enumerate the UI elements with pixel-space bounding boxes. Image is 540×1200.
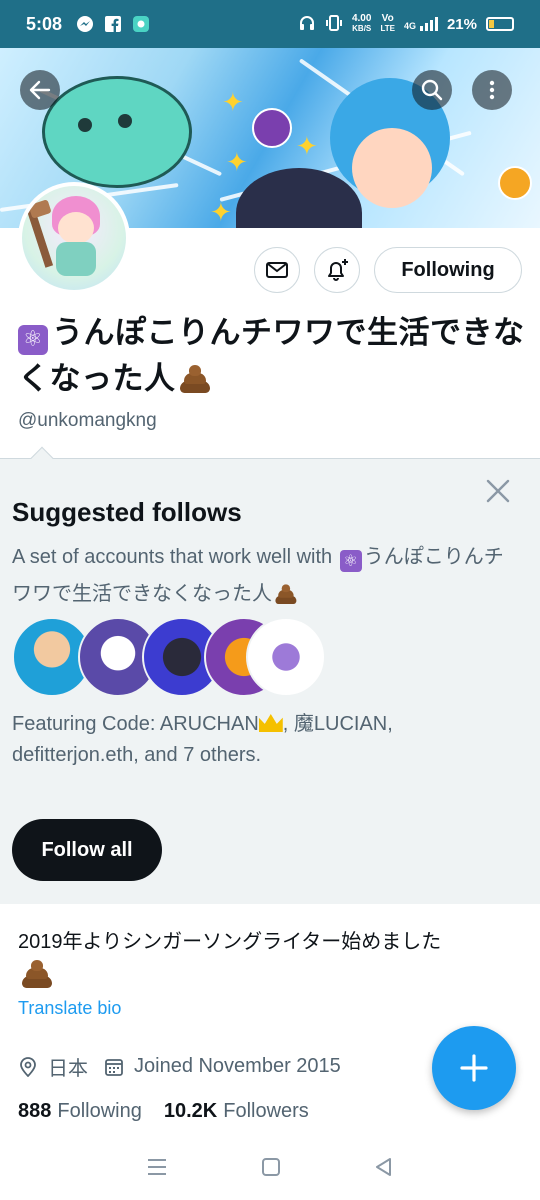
volte-bottom: LTE <box>380 24 395 33</box>
volte-top: Vo <box>381 13 394 24</box>
star-decoration: ✦ <box>222 88 244 118</box>
speed-unit: KB/S <box>352 24 372 33</box>
display-name-text: うんぽこりんチワワで生活できなくなった人 <box>18 315 525 396</box>
suggested-avatars[interactable] <box>12 617 342 697</box>
suggested-follows-panel: Suggested follows A set of accounts that… <box>0 446 540 904</box>
poop-emoji-icon <box>178 363 212 393</box>
network-speed: 4.00 KB/S <box>352 14 371 34</box>
panel-notch <box>30 446 54 470</box>
creature-eye-right <box>118 114 132 128</box>
joined-item: Joined November 2015 <box>104 1055 341 1078</box>
menu-lines-icon <box>148 1158 167 1175</box>
following-label: Following <box>57 1100 142 1122</box>
location-item: 日本 <box>18 1052 88 1081</box>
close-icon <box>486 479 510 503</box>
followers-count-link[interactable]: 10.2K Followers <box>164 1100 309 1123</box>
atom-emoji-icon: ⚛ <box>339 549 362 572</box>
followers-label: Followers <box>223 1100 309 1122</box>
suggested-avatar[interactable] <box>246 617 326 697</box>
vibrate-icon <box>325 14 343 35</box>
star-decoration: ✦ <box>226 148 248 178</box>
back-button[interactable] <box>20 70 60 110</box>
star-decoration: ✦ <box>296 132 318 162</box>
status-bar: 5:08 4.00 KB/S Vo LTE 4G 21% <box>0 0 540 48</box>
location-pin-icon <box>20 1056 36 1077</box>
banner-creature <box>42 76 192 188</box>
location-text: 日本 <box>48 1058 88 1080</box>
profile-meta: 日本 Joined November 2015 <box>18 1052 357 1081</box>
atom-emblem <box>252 108 292 148</box>
battery-icon <box>486 17 514 31</box>
following-count-link[interactable]: 888 Following <box>18 1100 142 1123</box>
banner-cat <box>236 168 362 228</box>
crown-icon <box>258 714 283 732</box>
notifications-button[interactable] <box>314 247 360 293</box>
status-time: 5:08 <box>26 13 63 34</box>
atom-emoji-icon: ⚛ <box>18 325 48 355</box>
more-button[interactable] <box>472 70 512 110</box>
calendar-icon <box>105 1058 123 1076</box>
poop-emoji-icon <box>274 583 298 604</box>
following-button[interactable]: Following <box>374 247 522 293</box>
speed-value: 4.00 <box>351 13 372 24</box>
creature-eye-left <box>78 118 92 132</box>
plus-icon <box>460 1054 488 1082</box>
coin-emblem <box>498 166 532 200</box>
arrow-left-icon <box>29 80 51 100</box>
following-count: 888 <box>18 1100 52 1122</box>
system-back-button[interactable] <box>374 1157 394 1182</box>
recents-button[interactable] <box>146 1157 168 1182</box>
follow-all-button[interactable]: Follow all <box>12 819 162 881</box>
network-type: 4G <box>403 21 416 31</box>
signal-icon: 4G <box>404 17 438 31</box>
triangle-back-icon <box>375 1157 391 1176</box>
avatar-image <box>22 186 126 290</box>
profile-bio: 2019年よりシンガーソングライター始めました <box>18 926 518 994</box>
search-icon <box>421 79 443 101</box>
translate-bio-link[interactable]: Translate bio <box>18 998 121 1019</box>
volte-indicator: Vo LTE <box>380 14 395 34</box>
suggested-follows-description: A set of accounts that work well with ⚛ う… <box>12 541 522 611</box>
joined-text: Joined November 2015 <box>134 1055 341 1077</box>
poop-emoji-icon <box>20 958 54 988</box>
banner-character-face <box>352 128 432 208</box>
facebook-icon <box>104 15 122 33</box>
app-icon <box>132 15 150 33</box>
compose-tweet-button[interactable] <box>432 1026 516 1110</box>
dismiss-suggestions-button[interactable] <box>484 477 512 505</box>
suggested-follows-title: Suggested follows <box>12 497 242 527</box>
description-prefix: A set of accounts that work well with <box>12 546 338 568</box>
more-vertical-icon <box>489 80 495 100</box>
featuring-text: Featuring Code: ARUCHAN, 魔LUCIAN, defitt… <box>12 709 522 771</box>
profile-handle: @unkomangkng <box>18 410 157 431</box>
system-nav-bar <box>0 1138 540 1200</box>
profile-avatar[interactable] <box>18 182 130 294</box>
bio-text: 2019年よりシンガーソングライター始めました <box>18 931 442 953</box>
messenger-icon <box>76 15 94 33</box>
section-divider <box>0 904 540 910</box>
home-button[interactable] <box>261 1157 281 1182</box>
followers-count: 10.2K <box>163 1100 218 1122</box>
featuring-prefix: Featuring Code: ARUCHAN <box>12 713 259 735</box>
square-icon <box>261 1157 280 1176</box>
message-button[interactable] <box>254 247 300 293</box>
envelope-icon <box>266 262 288 278</box>
star-decoration: ✦ <box>210 198 232 228</box>
follow-counts: 888 Following 10.2K Followers <box>18 1100 309 1123</box>
battery-percent: 21% <box>446 15 477 33</box>
bell-plus-icon <box>328 259 348 281</box>
headphones-icon <box>298 14 316 35</box>
profile-display-name: ⚛ うんぽこりんチワワで生活できなくなった人 <box>18 310 528 402</box>
search-button[interactable] <box>412 70 452 110</box>
